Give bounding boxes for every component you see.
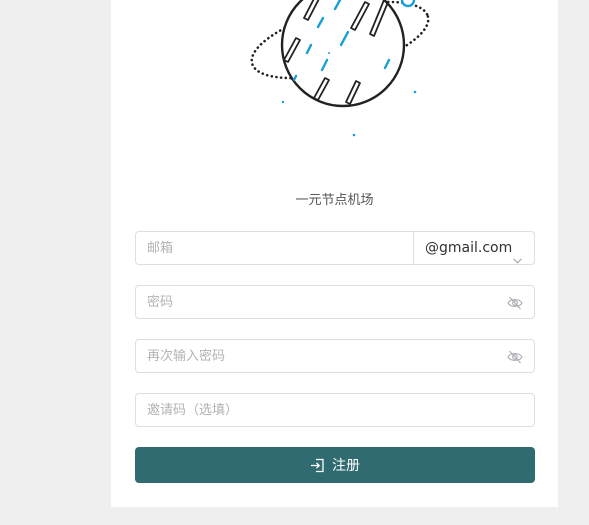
register-button-label: 注册 xyxy=(332,458,360,474)
confirm-password-input[interactable] xyxy=(136,340,496,372)
invite-code-field-group xyxy=(135,393,535,427)
eye-off-icon[interactable] xyxy=(507,295,523,314)
email-domain-value: @gmail.com xyxy=(425,240,513,256)
email-domain-select[interactable]: @gmail.com xyxy=(413,232,534,264)
register-card: 一元节点机场 @gmail.com xyxy=(111,0,558,507)
register-button[interactable]: 注册 xyxy=(135,447,535,483)
sign-in-icon xyxy=(310,458,325,473)
confirm-password-field-group xyxy=(135,339,535,373)
password-input[interactable] xyxy=(136,286,496,318)
password-field-group xyxy=(135,285,535,319)
planet-illustration xyxy=(250,0,430,137)
invite-code-input[interactable] xyxy=(136,394,534,426)
eye-off-icon[interactable] xyxy=(507,349,523,368)
email-field-group: @gmail.com xyxy=(135,231,535,265)
email-input[interactable] xyxy=(136,232,414,264)
chevron-down-icon xyxy=(513,244,522,276)
site-name: 一元节点机场 xyxy=(295,193,374,208)
